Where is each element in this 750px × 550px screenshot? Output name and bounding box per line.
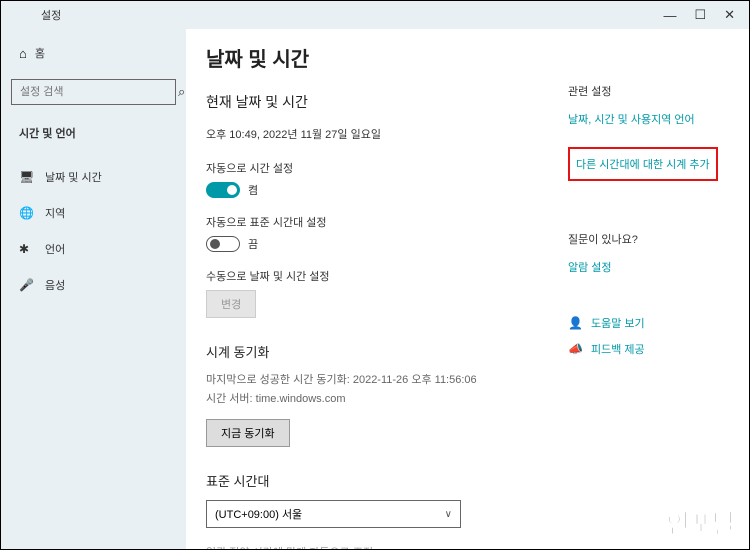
sync-last-text: 마지막으로 성공한 시간 동기화: 2022-11-26 오후 11:56:06 [206,371,548,387]
auto-tz-label: 자동으로 표준 시간대 설정 [206,214,548,230]
auto-time-state: 켬 [248,182,258,198]
sidebar-item-label: 음성 [45,277,65,293]
aside-panel: 관련 설정 날짜, 시간 및 사용지역 언어 다른 시간대에 대한 시계 추가 … [568,43,733,549]
related-heading: 관련 설정 [568,83,733,99]
auto-time-label: 자동으로 시간 설정 [206,160,548,176]
search-input[interactable] [12,86,170,98]
feedback-icon: 📣 [568,342,583,356]
help-link-row[interactable]: 👤 도움말 보기 [568,315,733,331]
window-controls: — ☐ ✕ [663,7,741,23]
help-icon: 👤 [568,316,583,330]
feedback-link-row[interactable]: 📣 피드백 제공 [568,341,733,357]
sidebar-item-region[interactable]: 🌐 지역 [1,195,186,231]
home-button[interactable]: ⌂ 홈 [1,39,186,67]
help-link: 도움말 보기 [591,315,645,331]
link-add-clock[interactable]: 다른 시간대에 대한 시계 추가 [568,147,718,181]
feedback-link: 피드백 제공 [591,341,645,357]
auto-time-toggle[interactable] [206,182,240,198]
sync-now-button[interactable]: 지금 동기화 [206,419,290,447]
search-input-wrap[interactable]: ⌕ [11,79,176,105]
timezone-value: (UTC+09:00) 서울 [215,506,302,522]
question-heading: 질문이 있나요? [568,231,733,247]
sidebar: ⌂ 홈 ⌕ 시간 및 언어 🖥 날짜 및 시간 🌐 지역 ✱ 언어 🎤 음성 [1,29,186,549]
auto-tz-state: 끔 [248,236,258,252]
speech-icon: 🎤 [19,278,33,292]
sidebar-item-language[interactable]: ✱ 언어 [1,231,186,267]
window-title: 설정 [9,7,61,23]
chevron-down-icon: ∨ [445,509,452,520]
timezone-dropdown[interactable]: (UTC+09:00) 서울 ∨ [206,500,461,528]
sync-server-text: 시간 서버: time.windows.com [206,390,548,406]
change-button: 변경 [206,290,256,318]
sidebar-item-datetime[interactable]: 🖥 날짜 및 시간 [1,159,186,195]
category-title: 시간 및 언어 [1,119,186,147]
dst-label: 일광 절약 시간에 맞게 자동으로 조정 [206,544,548,549]
maximize-button[interactable]: ☐ [694,7,706,23]
home-icon: ⌂ [19,46,27,61]
titlebar: 설정 — ☐ ✕ [1,1,749,29]
tz-heading: 표준 시간대 [206,471,548,490]
link-region-lang[interactable]: 날짜, 시간 및 사용지역 언어 [568,111,733,127]
manual-datetime-label: 수동으로 날짜 및 시간 설정 [206,268,548,284]
sidebar-item-label: 날짜 및 시간 [45,169,102,185]
sidebar-item-label: 언어 [45,241,65,257]
datetime-icon: 🖥 [19,170,33,184]
home-label: 홈 [35,45,45,61]
language-icon: ✱ [19,242,33,256]
watermark: 인포탈 [666,504,735,541]
sync-heading: 시계 동기화 [206,342,548,361]
auto-tz-toggle[interactable] [206,236,240,252]
sidebar-item-speech[interactable]: 🎤 음성 [1,267,186,303]
minimize-button[interactable]: — [663,8,676,23]
link-alarm-settings[interactable]: 알람 설정 [568,259,733,275]
current-datetime-value: 오후 10:49, 2022년 11월 27일 일요일 [206,126,548,142]
region-icon: 🌐 [19,206,33,220]
sidebar-item-label: 지역 [45,205,65,221]
current-datetime-heading: 현재 날짜 및 시간 [206,92,548,112]
page-title: 날짜 및 시간 [206,43,548,72]
close-button[interactable]: ✕ [724,7,735,23]
content-area: 날짜 및 시간 현재 날짜 및 시간 오후 10:49, 2022년 11월 2… [206,43,568,549]
